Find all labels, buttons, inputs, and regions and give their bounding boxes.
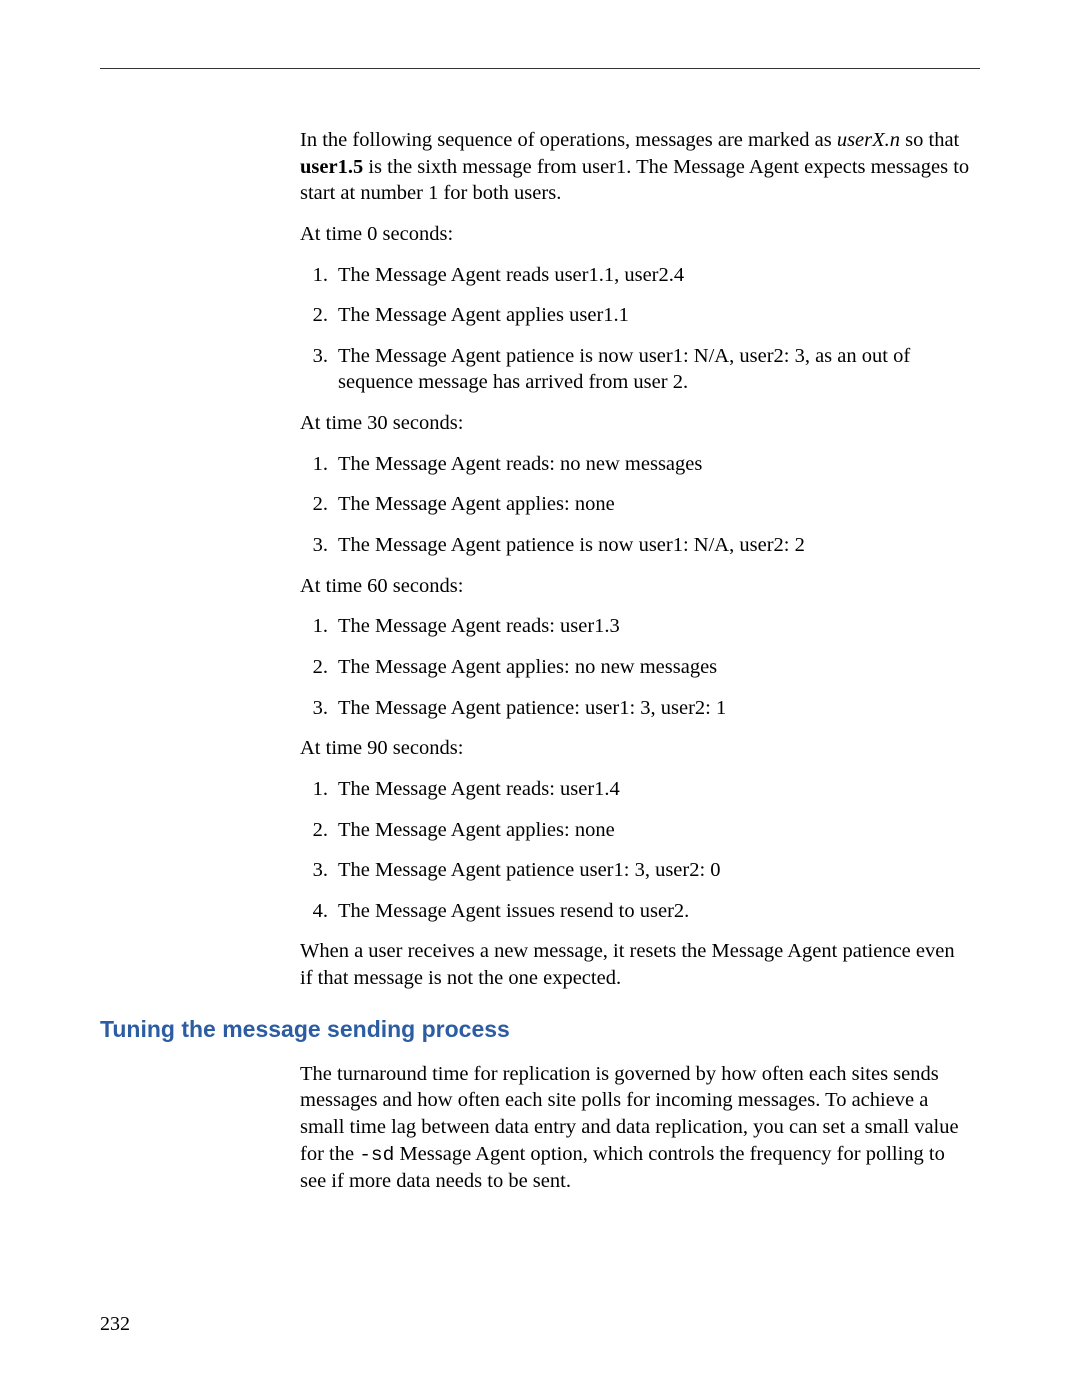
list-item: 1. The Message Agent reads: no new messag…: [300, 451, 970, 478]
list-number: 3.: [300, 532, 328, 559]
list-number: 4.: [300, 898, 328, 925]
list-number: 1.: [300, 613, 328, 640]
list-number: 3.: [300, 343, 328, 396]
list-text: The Message Agent issues resend to user2…: [338, 898, 970, 925]
intro-text-post: is the sixth message from user1. The Mes…: [300, 156, 969, 205]
list-number: 1.: [300, 262, 328, 289]
list-item: 3. The Message Agent patience is now user…: [300, 532, 970, 559]
list-item: 1. The Message Agent reads: user1.3: [300, 613, 970, 640]
intro-bold: user1.5: [300, 156, 363, 178]
intro-text-mid: so that: [900, 129, 959, 151]
list-text: The Message Agent applies: no new messag…: [338, 654, 970, 681]
intro-userx: userX.n: [837, 129, 900, 151]
time-30-label: At time 30 seconds:: [300, 410, 970, 437]
list-text: The Message Agent applies: none: [338, 491, 970, 518]
list-item: 3. The Message Agent patience: user1: 3, …: [300, 695, 970, 722]
list-text: The Message Agent reads: user1.4: [338, 776, 970, 803]
tuning-text-post: Message Agent option, which controls the…: [300, 1143, 945, 1192]
document-page: In the following sequence of operations,…: [0, 0, 1080, 1259]
list-item: 3.The Message Agent patience is now user…: [300, 343, 970, 396]
list-number: 2.: [300, 654, 328, 681]
tuning-content: The turnaround time for replication is g…: [300, 1061, 970, 1195]
list-item: 2. The Message Agent applies: none: [300, 491, 970, 518]
list-text: The Message Agent applies user1.1: [338, 302, 970, 329]
time-90-list: 1. The Message Agent reads: user1.4 2. The…: [300, 776, 970, 925]
intro-paragraph: In the following sequence of operations,…: [300, 127, 970, 207]
time-0-list: 1. The Message Agent reads user1.1, user2…: [300, 262, 970, 397]
list-item: 4. The Message Agent issues resend to use…: [300, 898, 970, 925]
list-text: The Message Agent reads: user1.3: [338, 613, 970, 640]
list-text: The Message Agent reads user1.1, user2.4: [338, 262, 970, 289]
list-text: The Message Agent patience: user1: 3, us…: [338, 695, 970, 722]
list-text: The Message Agent patience user1: 3, use…: [338, 857, 970, 884]
list-text: The Message Agent applies: none: [338, 817, 970, 844]
time-30-list: 1. The Message Agent reads: no new messag…: [300, 451, 970, 559]
time-90-label: At time 90 seconds:: [300, 735, 970, 762]
closing-paragraph: When a user receives a new message, it r…: [300, 938, 970, 991]
list-number: 1.: [300, 776, 328, 803]
tuning-paragraph: The turnaround time for replication is g…: [300, 1061, 970, 1195]
list-item: 1. The Message Agent reads: user1.4: [300, 776, 970, 803]
list-number: 2.: [300, 491, 328, 518]
list-number: 1.: [300, 451, 328, 478]
time-0-label: At time 0 seconds:: [300, 221, 970, 248]
list-number: 2.: [300, 817, 328, 844]
list-item: 2. The Message Agent applies user1.1: [300, 302, 970, 329]
list-item: 1. The Message Agent reads user1.1, user2…: [300, 262, 970, 289]
tuning-code: -sd: [359, 1144, 394, 1166]
list-text: The Message Agent patience is now user1:…: [338, 532, 970, 559]
section-heading-tuning: Tuning the message sending process: [100, 1016, 980, 1043]
list-text: The Message Agent reads: no new messages: [338, 451, 970, 478]
top-horizontal-rule: [100, 68, 980, 69]
page-number: 232: [100, 1313, 130, 1336]
list-item: 2. The Message Agent applies: none: [300, 817, 970, 844]
list-item: 3. The Message Agent patience user1: 3, u…: [300, 857, 970, 884]
time-60-list: 1. The Message Agent reads: user1.3 2. The…: [300, 613, 970, 721]
list-number: 3.: [300, 695, 328, 722]
list-text: The Message Agent patience is now user1:…: [338, 343, 970, 396]
time-60-label: At time 60 seconds:: [300, 573, 970, 600]
intro-text-pre: In the following sequence of operations,…: [300, 129, 837, 151]
main-content: In the following sequence of operations,…: [300, 127, 970, 992]
list-number: 2.: [300, 302, 328, 329]
list-item: 2. The Message Agent applies: no new mess…: [300, 654, 970, 681]
list-number: 3.: [300, 857, 328, 884]
